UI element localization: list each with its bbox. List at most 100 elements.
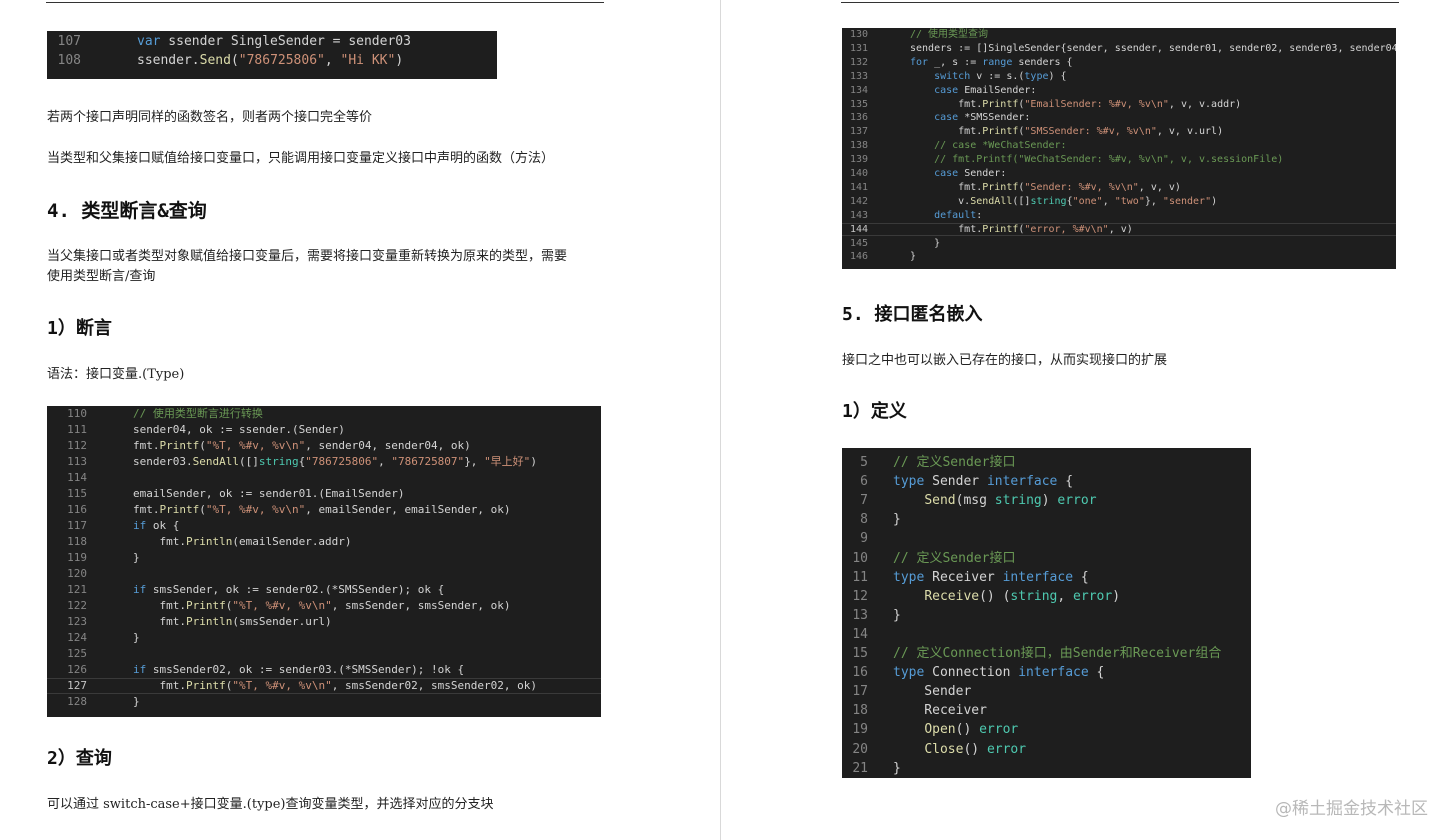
line-number: 137 <box>849 126 868 138</box>
code-line: } <box>910 237 941 249</box>
line-number: 132 <box>849 56 868 68</box>
line-number: 13 <box>852 607 868 623</box>
code-line: // 定义Connection接口，由Sender和Receiver组合 <box>893 646 1222 661</box>
code-line: // case *WeChatSender: <box>934 140 1067 152</box>
code-line: } <box>910 251 917 263</box>
code-line: type Receiver interface { <box>893 569 1089 585</box>
line-number: 12 <box>852 588 868 604</box>
paragraph-equivalent: 若两个接口声明同样的函数签名，则者两个接口完全等价 <box>47 110 373 125</box>
line-number: 134 <box>849 84 868 96</box>
code-line: for _, s := range senders { <box>910 56 1073 68</box>
heading-define: 1）定义 <box>842 401 907 422</box>
line-number: 114 <box>67 471 87 484</box>
line-number: 145 <box>849 237 868 249</box>
line-number: 7 <box>860 493 868 509</box>
code-line: } <box>893 760 901 776</box>
line-number: 118 <box>67 535 87 548</box>
code-line: fmt.Println(smsSender.url) <box>133 615 332 628</box>
line-number: 8 <box>860 512 868 528</box>
paragraph-switch-case: 可以通过 switch-case+接口变量.(type)查询变量类型，并选择对应… <box>47 797 494 812</box>
code-line: fmt.Printf("SMSSender: %#v, %v\n", v, v.… <box>910 126 1224 138</box>
code-line: case *SMSSender: <box>934 112 1031 124</box>
line-number: 120 <box>67 567 87 580</box>
code-line: } <box>133 631 140 644</box>
line-number: 16 <box>852 665 868 681</box>
line-number: 131 <box>849 42 868 54</box>
code-line: Receiver <box>893 703 987 719</box>
line-number: 117 <box>67 519 87 532</box>
code-line: fmt.Printf("%T, %#v, %v\n", smsSender02,… <box>133 679 538 692</box>
line-number: 11 <box>852 569 868 585</box>
code-line: case Sender: <box>934 168 1007 179</box>
line-number: 124 <box>67 631 87 644</box>
paragraph-syntax: 语法：接口变量.(Type) <box>47 367 185 382</box>
line-number: 140 <box>849 168 868 179</box>
code-line: type Connection interface { <box>893 665 1105 681</box>
line-number: 125 <box>67 647 87 660</box>
line-number: 130 <box>849 29 868 40</box>
heading-section-4: 4. 类型断言&查询 <box>47 200 207 222</box>
code-line: // fmt.Printf("WeChatSender: %#v, %v\n",… <box>934 154 1284 166</box>
line-number: 107 <box>57 34 81 49</box>
line-number: 18 <box>852 703 868 719</box>
code-line: fmt.Printf("%T, %#v, %v\n", emailSender,… <box>133 503 511 516</box>
code-line: fmt.Printf("Sender: %#v, %v\n", v, v) <box>910 181 1181 193</box>
code-line: fmt.Println(emailSender.addr) <box>133 535 352 548</box>
code-line: default: <box>934 209 983 221</box>
line-number: 138 <box>849 140 868 152</box>
line-number: 127 <box>67 679 87 692</box>
line-number: 19 <box>852 722 868 738</box>
line-number: 143 <box>849 209 868 221</box>
line-number: 14 <box>852 626 868 642</box>
top-rule-right <box>841 2 1399 3</box>
line-number: 6 <box>860 474 868 490</box>
code-line: } <box>133 551 140 564</box>
paragraph-convert-line1: 当父集接口或者类型对象赋值给接口变量后，需要将接口变量重新转换为原来的类型，需要 <box>47 249 568 264</box>
code-block-type-switch: 130 // 使用类型查询 131 senders := []SingleSender… <box>842 28 1396 269</box>
line-number: 21 <box>852 760 868 776</box>
line-number: 20 <box>852 741 868 757</box>
code-line: } <box>133 695 140 708</box>
paragraph-convert-line2: 使用类型断言/查询 <box>47 269 156 284</box>
line-number: 146 <box>849 251 868 263</box>
line-number: 112 <box>67 439 87 452</box>
code-line: v.SendAll([]string{"one", "two"}, "sende… <box>910 195 1218 207</box>
line-number: 122 <box>67 599 87 612</box>
line-number: 144 <box>849 223 868 235</box>
right-page: 130 // 使用类型查询 131 senders := []SingleSender… <box>722 0 1450 840</box>
line-number: 126 <box>67 663 87 676</box>
line-number: 141 <box>849 181 868 193</box>
code-line: sender04, ok := ssender.(Sender) <box>133 423 345 436</box>
code-line: senders := []SingleSender{sender, ssende… <box>910 42 1396 54</box>
code-line: Close() error <box>924 741 1027 757</box>
line-number: 15 <box>852 646 868 661</box>
line-number: 116 <box>67 503 87 516</box>
code-line: emailSender, ok := sender01.(EmailSender… <box>133 487 405 500</box>
code-line: var ssender SingleSender = sender03 <box>137 34 411 49</box>
watermark: @稀土掘金技术社区 <box>1275 799 1428 819</box>
line-number: 142 <box>849 195 868 207</box>
line-number: 111 <box>67 423 87 436</box>
line-number: 123 <box>67 615 87 628</box>
code-block-send: 107 var ssender SingleSender = sender03 10… <box>47 31 497 79</box>
code-line: // 定义Sender接口 <box>893 455 1016 470</box>
left-page: 107 var ssender SingleSender = sender03 10… <box>0 0 720 840</box>
code-line: } <box>893 607 901 623</box>
code-line: Sender <box>893 684 972 700</box>
line-number: 5 <box>860 455 868 470</box>
code-line: case EmailSender: <box>934 84 1037 96</box>
line-number: 115 <box>67 487 87 500</box>
code-line: ssender.Send("786725806", "Hi KK") <box>137 53 404 68</box>
code-line: } <box>893 512 901 528</box>
code-line: fmt.Printf("error, %#v\n", v) <box>910 223 1133 235</box>
line-number: 128 <box>67 695 87 708</box>
code-line: // 定义Sender接口 <box>893 550 1016 566</box>
code-line: type Sender interface { <box>893 474 1074 490</box>
line-number: 133 <box>849 70 868 82</box>
code-line: Send(msg string) error <box>924 493 1097 509</box>
code-line: sender03.SendAll([]string{"786725806", "… <box>133 455 537 468</box>
code-line: fmt.Printf("%T, %#v, %v\n", smsSender, s… <box>133 599 511 612</box>
line-number: 10 <box>852 550 868 566</box>
line-number: 110 <box>67 407 87 420</box>
code-line: // 使用类型查询 <box>910 29 989 40</box>
